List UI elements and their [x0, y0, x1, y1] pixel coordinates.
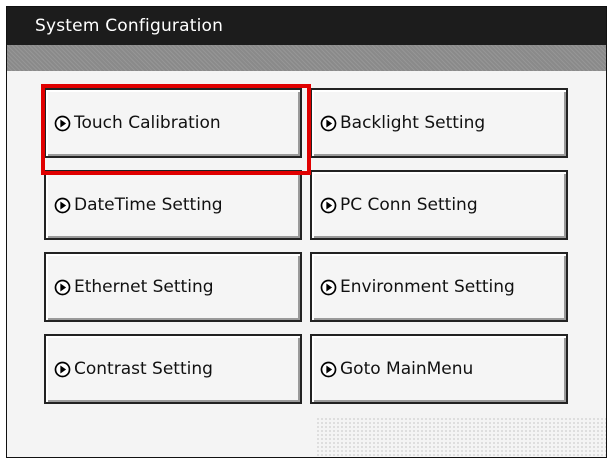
contrast-setting-button[interactable]: Contrast Setting — [44, 334, 302, 404]
circle-arrow-right-icon — [54, 197, 71, 213]
circle-arrow-right-icon — [320, 279, 337, 295]
system-configuration-window: System Configuration Touch Calibration B… — [6, 6, 607, 458]
button-label: Ethernet Setting — [74, 277, 214, 297]
circle-arrow-right-icon — [320, 115, 337, 131]
circle-arrow-right-icon — [54, 361, 71, 377]
background-dither-pattern — [316, 417, 606, 457]
pc-conn-setting-button[interactable]: PC Conn Setting — [310, 170, 568, 240]
button-label: Contrast Setting — [74, 359, 213, 379]
environment-setting-button[interactable]: Environment Setting — [310, 252, 568, 322]
button-label: PC Conn Setting — [340, 195, 478, 215]
header-band — [7, 45, 606, 71]
button-label: Touch Calibration — [74, 113, 221, 133]
circle-arrow-right-icon — [54, 115, 71, 131]
touch-calibration-button[interactable]: Touch Calibration — [44, 88, 302, 158]
button-label: DateTime Setting — [74, 195, 223, 215]
button-label: Goto MainMenu — [340, 359, 474, 379]
button-label: Environment Setting — [340, 277, 515, 297]
button-label: Backlight Setting — [340, 113, 486, 133]
circle-arrow-right-icon — [54, 279, 71, 295]
circle-arrow-right-icon — [320, 361, 337, 377]
window-title: System Configuration — [7, 7, 606, 45]
goto-mainmenu-button[interactable]: Goto MainMenu — [310, 334, 568, 404]
datetime-setting-button[interactable]: DateTime Setting — [44, 170, 302, 240]
circle-arrow-right-icon — [320, 197, 337, 213]
ethernet-setting-button[interactable]: Ethernet Setting — [44, 252, 302, 322]
backlight-setting-button[interactable]: Backlight Setting — [310, 88, 568, 158]
